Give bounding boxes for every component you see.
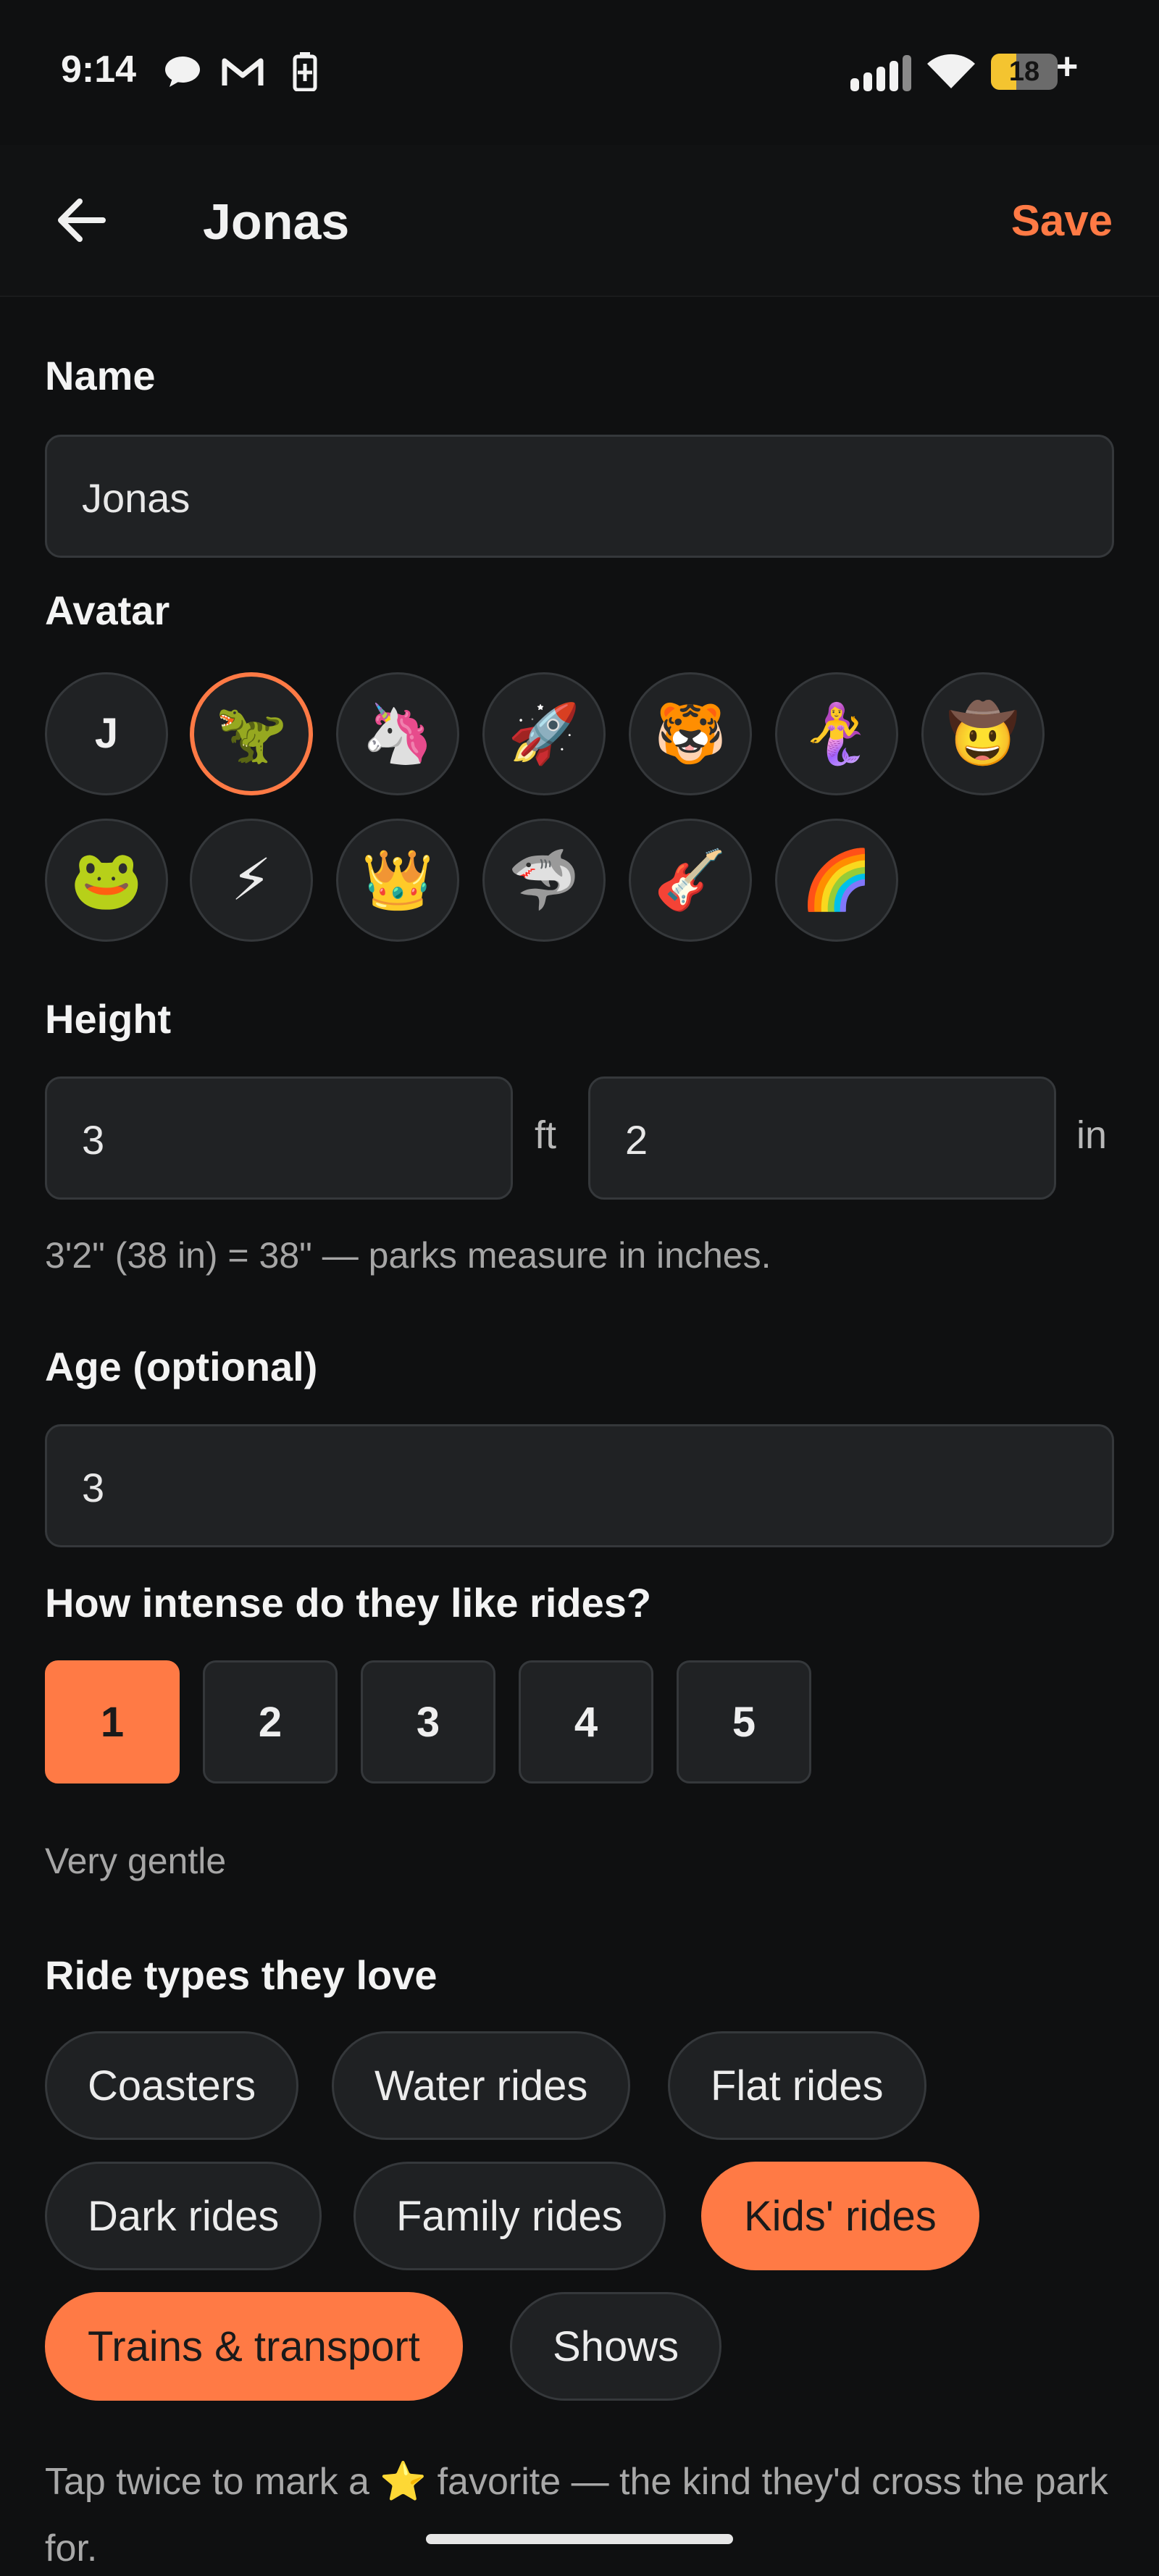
- battery-saver-icon: [293, 52, 317, 91]
- unicorn-icon: 🦄: [361, 701, 434, 766]
- top-app-bar: Jonas Save: [0, 145, 1159, 297]
- avatar-letter: J: [94, 710, 119, 757]
- status-time: 9:14: [61, 49, 137, 91]
- height-label: Height: [45, 996, 172, 1042]
- ride-type-chip[interactable]: Shows: [510, 2292, 722, 2401]
- home-indicator[interactable]: [426, 2534, 733, 2544]
- tiger-icon: 🐯: [654, 701, 727, 766]
- shark-icon: 🦈: [508, 848, 580, 912]
- height-feet-field[interactable]: 3: [45, 1076, 513, 1200]
- ride-types-label: Ride types they love: [45, 1952, 438, 1998]
- battery-indicator: 18: [991, 54, 1058, 90]
- avatar-option-frog[interactable]: 🐸: [45, 819, 168, 942]
- avatar-option-guitar[interactable]: 🎸: [629, 819, 752, 942]
- guitar-icon: 🎸: [654, 848, 727, 912]
- height-inches-field[interactable]: 2: [588, 1076, 1056, 1200]
- intensity-option-4[interactable]: 4: [519, 1660, 653, 1783]
- status-bar: 9:14 18 +: [0, 0, 1159, 145]
- avatar-option-rocket[interactable]: 🚀: [482, 672, 606, 795]
- back-arrow-icon[interactable]: [52, 191, 110, 249]
- intensity-label: How intense do they like rides?: [45, 1580, 652, 1626]
- avatar-option-lightning[interactable]: ⚡: [190, 819, 313, 942]
- edit-profile-screen: 9:14 18 + Jonas Save Name Jonas Avatar J…: [0, 0, 1159, 2576]
- intensity-option-5[interactable]: 5: [677, 1660, 811, 1783]
- favorite-hint: Tap twice to mark a ⭐ favorite — the kin…: [45, 2449, 1117, 2576]
- intensity-description: Very gentle: [45, 1841, 227, 1881]
- battery-level: 18: [1008, 57, 1040, 87]
- name-label: Name: [45, 353, 156, 398]
- charging-icon: +: [1056, 46, 1079, 88]
- save-button[interactable]: Save: [1011, 196, 1113, 246]
- favorite-hint-text: Tap twice to mark a: [45, 2461, 369, 2503]
- height-hint: 3'2" (38 in) = 38" — parks measure in in…: [45, 1235, 771, 1276]
- crown-icon: 👑: [361, 848, 434, 912]
- avatar-option-tiger[interactable]: 🐯: [629, 672, 752, 795]
- page-title: Jonas: [203, 193, 350, 250]
- inches-unit-label: in: [1076, 1113, 1108, 1157]
- ride-type-chip[interactable]: Flat rides: [668, 2031, 926, 2140]
- wifi-icon: [927, 54, 975, 88]
- feet-unit-label: ft: [535, 1113, 557, 1157]
- intensity-option-3[interactable]: 3: [361, 1660, 495, 1783]
- cowboy-icon: 🤠: [947, 701, 1019, 766]
- avatar-option-letter[interactable]: J: [45, 672, 168, 795]
- avatar-label: Avatar: [45, 587, 170, 633]
- ride-type-chip[interactable]: Dark rides: [45, 2162, 322, 2270]
- dinosaur-icon: 🦖: [215, 701, 288, 766]
- mermaid-icon: 🧜‍♀️: [800, 701, 873, 766]
- avatar-option-unicorn[interactable]: 🦄: [336, 672, 459, 795]
- intensity-option-2[interactable]: 2: [203, 1660, 338, 1783]
- intensity-option-1[interactable]: 1: [45, 1660, 180, 1783]
- avatar-option-shark[interactable]: 🦈: [482, 819, 606, 942]
- ride-type-chip[interactable]: Kids' rides: [701, 2162, 979, 2270]
- ride-type-chip[interactable]: Coasters: [45, 2031, 299, 2140]
- gmail-icon: [222, 58, 264, 85]
- frog-icon: 🐸: [70, 848, 143, 912]
- rocket-icon: 🚀: [508, 701, 580, 766]
- star-icon: ⭐: [380, 2461, 427, 2503]
- signal-icon: [850, 55, 911, 91]
- name-field[interactable]: Jonas: [45, 435, 1114, 558]
- ride-type-chip[interactable]: Family rides: [353, 2162, 666, 2270]
- lightning-icon: ⚡: [230, 848, 272, 912]
- avatar-option-mermaid[interactable]: 🧜‍♀️: [775, 672, 898, 795]
- ride-type-chip[interactable]: Water rides: [332, 2031, 631, 2140]
- age-field[interactable]: 3: [45, 1424, 1114, 1547]
- avatar-option-dinosaur[interactable]: 🦖: [190, 672, 313, 795]
- age-label: Age (optional): [45, 1344, 318, 1389]
- avatar-option-crown[interactable]: 👑: [336, 819, 459, 942]
- avatar-option-cowboy[interactable]: 🤠: [921, 672, 1045, 795]
- chat-bubble-icon: [165, 57, 200, 87]
- ride-type-chip[interactable]: Trains & transport: [45, 2292, 463, 2401]
- rainbow-icon: 🌈: [800, 848, 873, 912]
- avatar-option-rainbow[interactable]: 🌈: [775, 819, 898, 942]
